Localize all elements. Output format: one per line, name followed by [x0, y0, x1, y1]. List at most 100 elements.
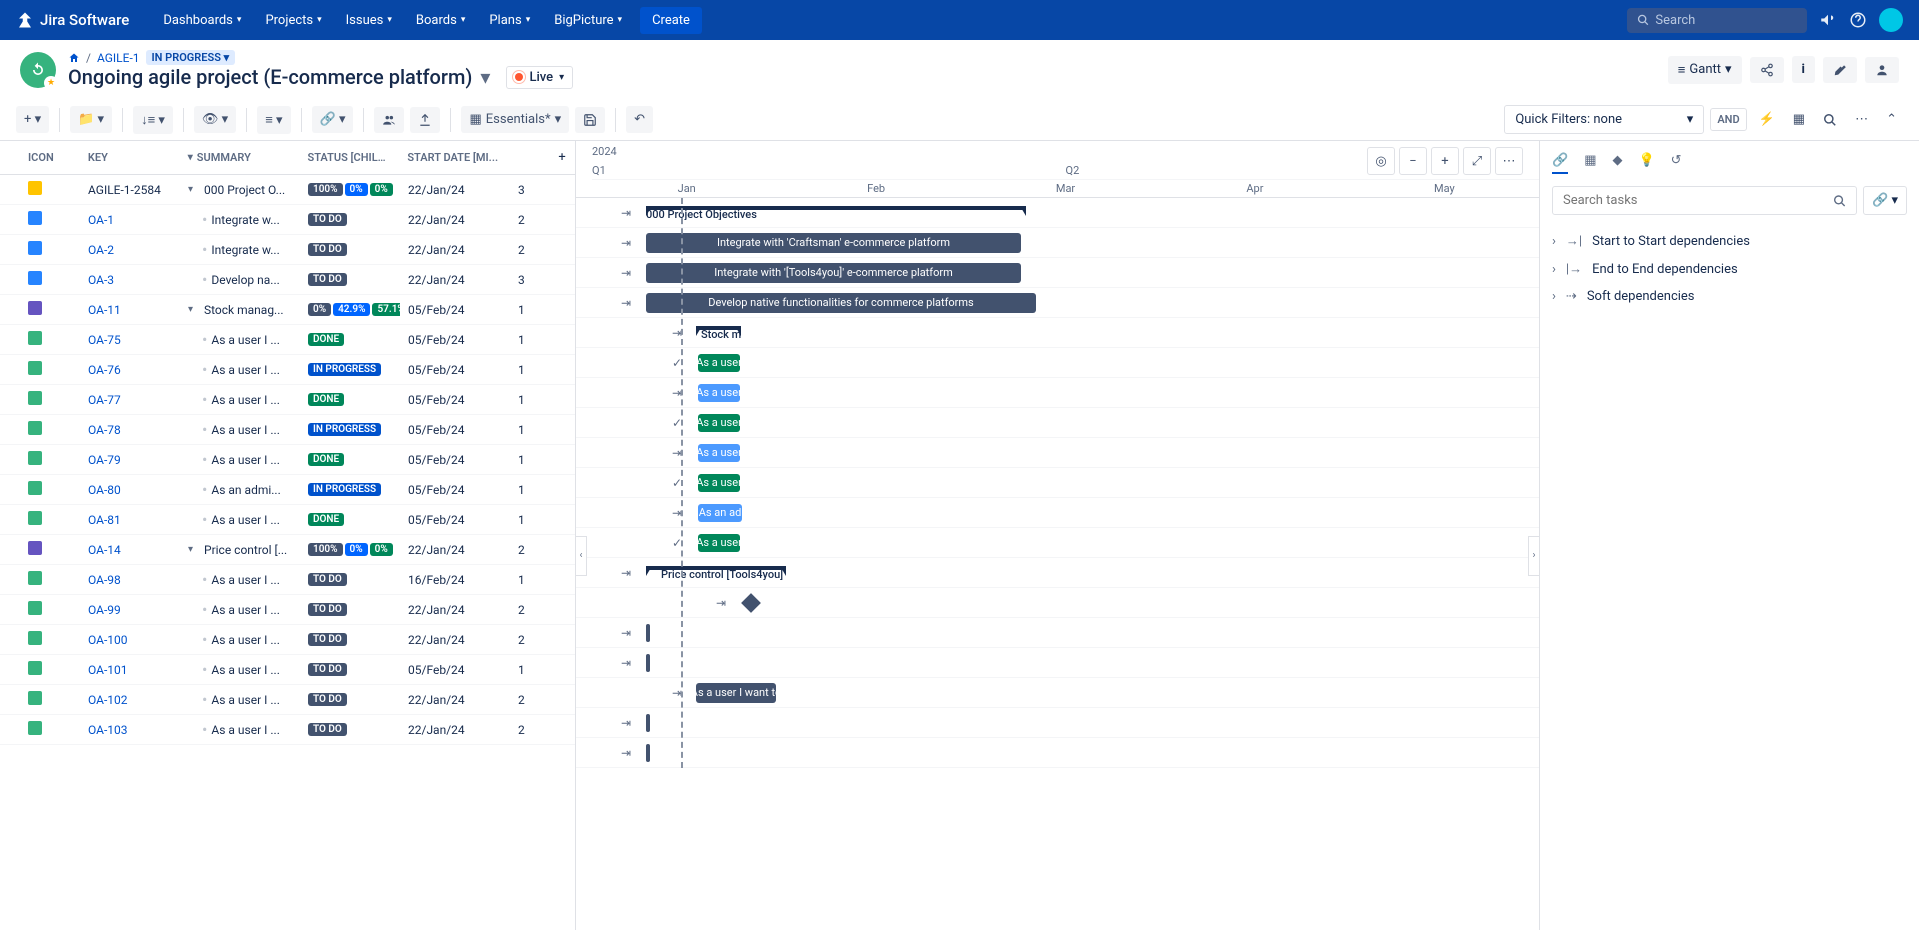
diamond-tab[interactable]: ◆: [1612, 153, 1622, 174]
home-link[interactable]: [68, 52, 80, 64]
issue-date[interactable]: 16/Feb/24: [400, 573, 510, 587]
bulb-tab[interactable]: 💡: [1638, 153, 1654, 174]
gantt-row[interactable]: ⇥As an ad: [576, 498, 1539, 528]
col-end[interactable]: [509, 141, 549, 174]
expand-button[interactable]: ⤢: [1463, 147, 1491, 175]
issue-status[interactable]: TO DO: [300, 573, 400, 586]
table-row[interactable]: OA-78• As a user I ...IN PROGRESS05/Feb/…: [0, 415, 575, 445]
issue-status[interactable]: TO DO: [300, 213, 400, 226]
col-status[interactable]: STATUS [CHILDRE...: [300, 141, 400, 174]
gantt-row[interactable]: ⇥: [576, 738, 1539, 768]
gantt-chart[interactable]: ‹ › ◎ − + ⤢ ⋯ 2024 Q1Q2 JanFebMarAprMay …: [576, 141, 1539, 930]
global-search[interactable]: [1627, 8, 1807, 33]
issue-key[interactable]: OA-76: [80, 363, 180, 377]
issue-summary[interactable]: • As a user I ...: [180, 602, 300, 618]
task-search-input[interactable]: [1563, 193, 1833, 208]
table-row[interactable]: OA-77• As a user I ...DONE05/Feb/241: [0, 385, 575, 415]
table-row[interactable]: OA-80• As an admi...IN PROGRESS05/Feb/24…: [0, 475, 575, 505]
create-button[interactable]: Create: [640, 7, 702, 34]
issue-status[interactable]: TO DO: [300, 723, 400, 736]
gantt-row[interactable]: ⇥Stock ma: [576, 318, 1539, 348]
issue-key[interactable]: OA-77: [80, 393, 180, 407]
issue-date[interactable]: 05/Feb/24: [400, 333, 510, 347]
issue-status[interactable]: 100%0%0%: [300, 543, 400, 556]
issue-date[interactable]: 22/Jan/24: [400, 723, 510, 737]
issue-status[interactable]: DONE: [300, 393, 400, 406]
user-button[interactable]: [1865, 57, 1899, 83]
collapse-icon[interactable]: ⌃: [1880, 106, 1903, 133]
gantt-row[interactable]: ⇥As a user: [576, 378, 1539, 408]
undo-button[interactable]: ↶: [626, 106, 653, 133]
issue-summary[interactable]: • As a user I ...: [180, 572, 300, 588]
issue-date[interactable]: 05/Feb/24: [400, 393, 510, 407]
nav-issues[interactable]: Issues ▾: [336, 7, 402, 34]
col-key[interactable]: KEY: [80, 141, 180, 174]
issue-summary[interactable]: • As a user I ...: [180, 632, 300, 648]
issue-summary[interactable]: ▾ Price control [...: [180, 543, 300, 557]
issue-date[interactable]: 22/Jan/24: [400, 693, 510, 707]
issue-summary[interactable]: ▾ Stock manag...: [180, 303, 300, 317]
table-row[interactable]: OA-75• As a user I ...DONE05/Feb/241: [0, 325, 575, 355]
gantt-row[interactable]: ⇥: [576, 708, 1539, 738]
issue-date[interactable]: 05/Feb/24: [400, 453, 510, 467]
gantt-row[interactable]: ⇥Price control [Tools4you]: [576, 558, 1539, 588]
summary-bar[interactable]: Stock ma: [696, 326, 741, 340]
issue-summary[interactable]: • As a user I ...: [180, 422, 300, 438]
dependency-group[interactable]: ›⇢Soft dependencies: [1552, 283, 1907, 310]
issue-summary[interactable]: • As a user I ...: [180, 332, 300, 348]
issue-summary[interactable]: • Develop na...: [180, 272, 300, 288]
issue-key[interactable]: OA-99: [80, 603, 180, 617]
issue-key[interactable]: OA-100: [80, 633, 180, 647]
issue-status[interactable]: IN PROGRESS: [300, 483, 400, 496]
and-toggle[interactable]: AND: [1710, 108, 1746, 131]
issue-date[interactable]: 05/Feb/24: [400, 423, 510, 437]
issue-date[interactable]: 22/Jan/24: [400, 273, 510, 287]
search-input[interactable]: [1655, 13, 1797, 28]
issue-summary[interactable]: • As a user I ...: [180, 722, 300, 738]
issue-key[interactable]: OA-75: [80, 333, 180, 347]
gantt-row[interactable]: ⇥: [576, 618, 1539, 648]
table-row[interactable]: OA-98• As a user I ...TO DO16/Feb/241: [0, 565, 575, 595]
dependency-group[interactable]: ›|→End to End dependencies: [1552, 255, 1907, 283]
user-avatar[interactable]: [1879, 8, 1903, 32]
issue-status[interactable]: TO DO: [300, 243, 400, 256]
more-icon[interactable]: ⋯: [1849, 106, 1874, 133]
gantt-body[interactable]: ⇥ 000 Project Objectives ⇥Integrate with '…: [576, 198, 1539, 768]
task-bar[interactable]: As a user: [698, 474, 740, 492]
config-button[interactable]: [1823, 57, 1857, 83]
gantt-row[interactable]: ⇥As a user I want to: [576, 678, 1539, 708]
issue-summary[interactable]: • As a user I ...: [180, 512, 300, 528]
table-row[interactable]: AGILE-1-2584▾ 000 Project O...100%0%0%22…: [0, 175, 575, 205]
folder-button[interactable]: 📁 ▾: [70, 106, 112, 133]
issue-summary[interactable]: • As an admi...: [180, 482, 300, 498]
issue-summary[interactable]: • As a user I ...: [180, 662, 300, 678]
breadcrumb-key[interactable]: AGILE-1: [97, 51, 140, 65]
add-button[interactable]: + ▾: [16, 106, 49, 133]
gantt-row[interactable]: ⇥Integrate with '[Tools4you]' e-commerce…: [576, 258, 1539, 288]
issue-date[interactable]: 22/Jan/24: [400, 183, 510, 197]
table-row[interactable]: OA-102• As a user I ...TO DO22/Jan/242: [0, 685, 575, 715]
issue-date[interactable]: 22/Jan/24: [400, 543, 510, 557]
sort-button[interactable]: ↓≡ ▾: [133, 106, 173, 134]
issue-status[interactable]: DONE: [300, 333, 400, 346]
issue-key[interactable]: OA-78: [80, 423, 180, 437]
issue-key[interactable]: AGILE-1-2584: [80, 183, 180, 197]
table-row[interactable]: OA-101• As a user I ...TO DO05/Feb/241: [0, 655, 575, 685]
task-bar[interactable]: [646, 654, 650, 672]
issue-status[interactable]: TO DO: [300, 693, 400, 706]
issue-key[interactable]: OA-80: [80, 483, 180, 497]
summary-bar[interactable]: 000 Project Objectives: [646, 206, 1026, 220]
table-row[interactable]: OA-99• As a user I ...TO DO22/Jan/242: [0, 595, 575, 625]
table-row[interactable]: OA-2• Integrate w...TO DO22/Jan/242: [0, 235, 575, 265]
issue-key[interactable]: OA-81: [80, 513, 180, 527]
table-row[interactable]: OA-100• As a user I ...TO DO22/Jan/242: [0, 625, 575, 655]
gantt-row[interactable]: ⇥Develop native functionalities for comm…: [576, 288, 1539, 318]
table-row[interactable]: OA-14▾ Price control [...100%0%0%22/Jan/…: [0, 535, 575, 565]
issue-summary[interactable]: • As a user I ...: [180, 692, 300, 708]
issue-key[interactable]: OA-101: [80, 663, 180, 677]
task-bar[interactable]: As a user I want to: [696, 683, 776, 703]
more-button[interactable]: ⋯: [1495, 147, 1523, 175]
gantt-row[interactable]: ✓As a user: [576, 408, 1539, 438]
issue-summary[interactable]: • Integrate w...: [180, 212, 300, 228]
table-row[interactable]: OA-1• Integrate w...TO DO22/Jan/242: [0, 205, 575, 235]
